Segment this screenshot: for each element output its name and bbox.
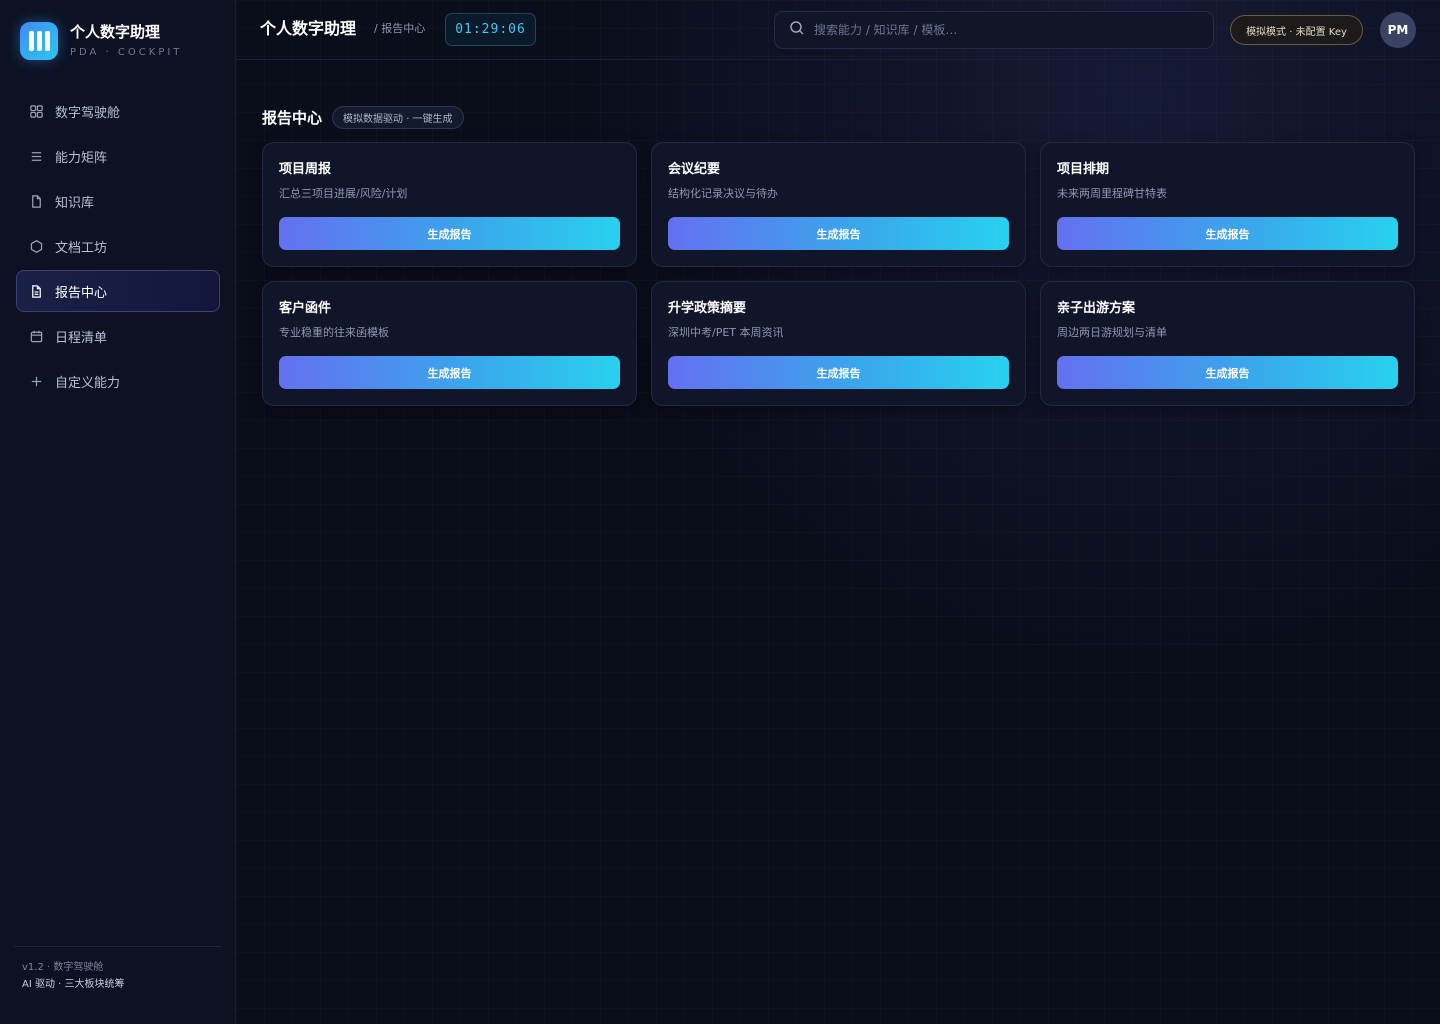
sidebar-item-label: 能力矩阵 [55, 150, 108, 166]
sidebar-item-label: 知识库 [55, 195, 95, 211]
card-description: 周边两日游规划与清单 [1057, 326, 1167, 339]
card-description: 未来两周里程碑甘特表 [1057, 187, 1167, 200]
sidebar-item-reports[interactable]: 报告中心 [16, 270, 220, 312]
generate-report-button[interactable]: 生成报告 [279, 217, 620, 250]
section-tag: 模拟数据驱动 · 一键生成 [332, 106, 464, 129]
sidebar-item-capabilities[interactable]: 能力矩阵 [16, 135, 220, 177]
version-text: v1.2 · 数字驾驶舱 [22, 962, 104, 973]
sidebar-item-label: 文档工坊 [55, 240, 108, 256]
page-title: 个人数字助理 [260, 19, 357, 38]
sidebar-item-knowledge[interactable]: 知识库 [16, 180, 220, 222]
card-description: 专业稳重的往来函模板 [279, 326, 389, 339]
app-title: 个人数字助理 [70, 23, 161, 41]
sidebar-item-label: 报告中心 [55, 285, 108, 301]
search-icon [789, 20, 805, 40]
tagline-text: AI 驱动 · 三大板块统筹 [22, 979, 125, 990]
clock-display: 01:29:06 [445, 13, 536, 46]
report-card: 项目周报 汇总三项目进展/风险/计划 生成报告 [262, 142, 637, 267]
sidebar-item-docs[interactable]: 文档工坊 [16, 225, 220, 267]
report-card: 会议纪要 结构化记录决议与待办 生成报告 [651, 142, 1026, 267]
sidebar-item-custom[interactable]: 自定义能力 [16, 360, 220, 402]
card-title: 项目周报 [279, 162, 332, 177]
report-card: 客户函件 专业稳重的往来函模板 生成报告 [262, 281, 637, 406]
section-header: 报告中心 模拟数据驱动 · 一键生成 [262, 106, 464, 129]
brand: 个人数字助理 PDA · COCKPIT [20, 22, 182, 60]
card-description: 结构化记录决议与待办 [668, 187, 778, 200]
generate-report-button[interactable]: 生成报告 [668, 217, 1009, 250]
grid-icon [28, 103, 44, 119]
sidebar: 个人数字助理 PDA · COCKPIT 数字驾驶舱 能力矩阵 知识库 文档工坊… [0, 0, 236, 1024]
section-title: 报告中心 [262, 108, 323, 127]
search-input[interactable] [814, 23, 1194, 37]
report-card: 项目排期 未来两周里程碑甘特表 生成报告 [1040, 142, 1415, 267]
sidebar-item-label: 日程清单 [55, 330, 108, 346]
breadcrumb: / 报告中心 [374, 22, 426, 35]
report-card-grid: 项目周报 汇总三项目进展/风险/计划 生成报告 会议纪要 结构化记录决议与待办 … [262, 142, 1415, 406]
card-title: 会议纪要 [668, 162, 721, 177]
sidebar-item-label: 自定义能力 [55, 375, 121, 391]
generate-report-button[interactable]: 生成报告 [1057, 356, 1398, 389]
plus-icon [28, 373, 44, 389]
app-subtitle: PDA · COCKPIT [70, 47, 183, 58]
sidebar-item-label: 数字驾驶舱 [55, 105, 121, 121]
card-title: 项目排期 [1057, 162, 1110, 177]
calendar-icon [28, 328, 44, 344]
sidebar-item-schedule[interactable]: 日程清单 [16, 315, 220, 357]
sidebar-item-cockpit[interactable]: 数字驾驶舱 [16, 90, 220, 132]
main-content: 个人数字助理 / 报告中心 01:29:06 模拟模式 · 未配置 Key PM… [236, 0, 1440, 1024]
generate-report-button[interactable]: 生成报告 [279, 356, 620, 389]
list-icon [28, 148, 44, 164]
report-card: 亲子出游方案 周边两日游规划与清单 生成报告 [1040, 281, 1415, 406]
report-card: 升学政策摘要 深圳中考/PET 本周资讯 生成报告 [651, 281, 1026, 406]
hexagon-icon [28, 238, 44, 254]
app-logo-icon [20, 22, 58, 60]
generate-report-button[interactable]: 生成报告 [1057, 217, 1398, 250]
generate-report-button[interactable]: 生成报告 [668, 356, 1009, 389]
sidebar-nav: 数字驾驶舱 能力矩阵 知识库 文档工坊 报告中心 日程清单 自定义能力 [16, 90, 220, 405]
card-title: 升学政策摘要 [668, 301, 747, 316]
mode-badge[interactable]: 模拟模式 · 未配置 Key [1230, 15, 1363, 45]
report-icon [28, 283, 44, 299]
search-bar[interactable] [774, 11, 1214, 49]
card-description: 汇总三项目进展/风险/计划 [279, 187, 408, 200]
card-description: 深圳中考/PET 本周资讯 [668, 326, 784, 339]
sidebar-footer: v1.2 · 数字驾驶舱 AI 驱动 · 三大板块统筹 [14, 946, 221, 992]
card-title: 客户函件 [279, 301, 332, 316]
topbar: 个人数字助理 / 报告中心 01:29:06 模拟模式 · 未配置 Key PM [236, 0, 1440, 60]
card-title: 亲子出游方案 [1057, 301, 1136, 316]
document-icon [28, 193, 44, 209]
avatar[interactable]: PM [1380, 12, 1416, 48]
